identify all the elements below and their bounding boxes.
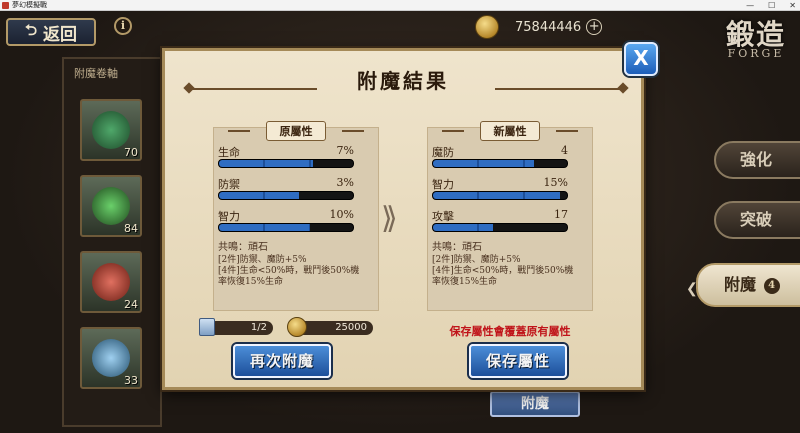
scroll-leaf-icon (92, 187, 130, 225)
tab-enchant-label: 附魔 (724, 275, 757, 294)
tab-enhance[interactable]: 強化 (714, 141, 800, 179)
stat-bar-fill (433, 192, 561, 199)
scroll-count: 24 (124, 298, 138, 311)
app-icon (2, 1, 9, 9)
gold-coin-icon (475, 15, 499, 39)
tab-breakthrough[interactable]: 突破 (714, 201, 800, 239)
resonance-info: 共鳴：頑石 [2件]防禦、魔防+5% [4件]生命<50%時，戰鬥後50%機 率… (218, 242, 368, 288)
stat-bar (218, 191, 354, 200)
stat-row: 智力 10% (218, 208, 354, 232)
scroll-item[interactable]: 33 (80, 327, 142, 389)
back-arrow-icon: ⮌ (24, 20, 37, 39)
scroll-fire-icon (92, 263, 130, 301)
gold-coin-icon (287, 317, 307, 337)
transform-arrow-icon: ⟫ (381, 201, 398, 236)
stat-bar (432, 191, 568, 200)
resonance-line: [2件]防禦、魔防+5% (218, 255, 307, 265)
overwrite-warning: 保存屬性會覆蓋原有屬性 (449, 325, 571, 338)
original-attributes-box: 原屬性 生命 7% 防禦 3% 智力 10% 共鳴：頑石 [2件]防禦、魔防+5… (213, 121, 379, 311)
scroll-icon (199, 318, 215, 336)
window-titlebar: 夢幻模擬戰 — ☐ ✕ (0, 0, 800, 11)
window-close-button[interactable]: ✕ (789, 0, 796, 11)
enchant-scroll-panel-title: 附魔卷軸 (74, 67, 118, 80)
stat-value: 3% (336, 176, 354, 189)
stat-bar (218, 223, 354, 232)
scroll-cost-value: 1/2 (209, 321, 273, 335)
close-dialog-button[interactable]: X (624, 42, 658, 76)
minimize-button[interactable]: — (746, 0, 754, 11)
resonance-line: [4件]生命<50%時，戰鬥後50%機 (432, 266, 574, 276)
scroll-item[interactable]: 24 (80, 251, 142, 313)
stat-value: 7% (336, 144, 354, 157)
scroll-item[interactable]: 84 (80, 175, 142, 237)
tab-breakthrough-label: 突破 (740, 210, 773, 229)
stat-row: 魔防 4 (432, 144, 568, 168)
info-button[interactable]: i (114, 17, 132, 35)
stat-bar (432, 223, 568, 232)
stat-name: 攻擊 (432, 210, 454, 223)
back-button[interactable]: ⮌ 返回 (6, 18, 96, 46)
background-enchant-button[interactable]: 附魔 (490, 391, 580, 417)
save-attributes-button[interactable]: 保存屬性 (469, 344, 567, 378)
resonance-info: 共鳴：頑石 [2件]防禦、魔防+5% [4件]生命<50%時，戰鬥後50%機 率… (432, 242, 582, 288)
enchant-again-button[interactable]: 再次附魔 (233, 344, 331, 378)
stat-value: 17 (554, 208, 568, 221)
stat-name: 防禦 (218, 178, 240, 191)
currency-bar: 75844446 + (475, 15, 603, 39)
tab-enchant[interactable]: 附魔 4 (696, 263, 800, 307)
resonance-line: [2件]防禦、魔防+5% (432, 255, 521, 265)
stat-bar-fill (433, 160, 534, 167)
stat-name: 生命 (218, 146, 240, 159)
stat-bar-fill (219, 160, 313, 167)
new-attributes-box: 新屬性 魔防 4 智力 15% 攻擊 17 共鳴：頑石 [2件]防禦、魔防+5%… (427, 121, 593, 311)
enchant-result-dialog: 附魔結果 原屬性 生命 7% 防禦 3% 智力 10% 共鳴：頑石 [2件]防禦… (162, 48, 644, 390)
forge-title: 鍛造 FORGE (726, 13, 786, 60)
stat-row: 攻擊 17 (432, 208, 568, 232)
stat-row: 生命 7% (218, 144, 354, 168)
maximize-button[interactable]: ☐ (768, 0, 775, 11)
resonance-line: [4件]生命<50%時，戰鬥後50%機 (218, 266, 360, 276)
resonance-line: 率恢復15%生命 (218, 277, 284, 287)
enchant-scroll-panel: 附魔卷軸 70 84 24 33 (62, 57, 162, 427)
stat-value: 15% (543, 176, 568, 189)
stat-name: 魔防 (432, 146, 454, 159)
forge-title-en: FORGE (727, 47, 785, 60)
enchant-cost: 1/2 25000 (199, 317, 375, 337)
resonance-title: 共鳴：頑石 (218, 242, 268, 253)
tab-enhance-label: 強化 (740, 150, 773, 169)
stat-bar (218, 159, 354, 168)
stat-bar-fill (433, 224, 494, 231)
stat-row: 智力 15% (432, 176, 568, 200)
original-attributes-header: 原屬性 (266, 121, 326, 141)
new-attributes-header: 新屬性 (480, 121, 540, 141)
stat-value: 10% (329, 208, 354, 221)
scroll-item[interactable]: 70 (80, 99, 142, 161)
scroll-count: 33 (124, 374, 138, 387)
title-divider (187, 88, 317, 90)
back-label: 返回 (43, 24, 77, 45)
tab-enchant-badge: 4 (763, 277, 780, 294)
scroll-count: 70 (124, 146, 138, 159)
stat-bar (432, 159, 568, 168)
resonance-line: 率恢復15%生命 (432, 277, 498, 287)
add-currency-button[interactable]: + (586, 19, 603, 35)
scroll-count: 84 (124, 222, 138, 235)
scroll-ice-icon (92, 339, 130, 377)
stat-bar-fill (219, 224, 311, 231)
resonance-title: 共鳴：頑石 (432, 242, 482, 253)
window-title: 夢幻模擬戰 (12, 0, 47, 9)
stat-bar-fill (219, 192, 300, 199)
currency-value: 75844446 (515, 19, 582, 35)
title-divider (495, 88, 625, 90)
scroll-green-icon (92, 111, 130, 149)
stat-value: 4 (561, 144, 568, 157)
stat-row: 防禦 3% (218, 176, 354, 200)
